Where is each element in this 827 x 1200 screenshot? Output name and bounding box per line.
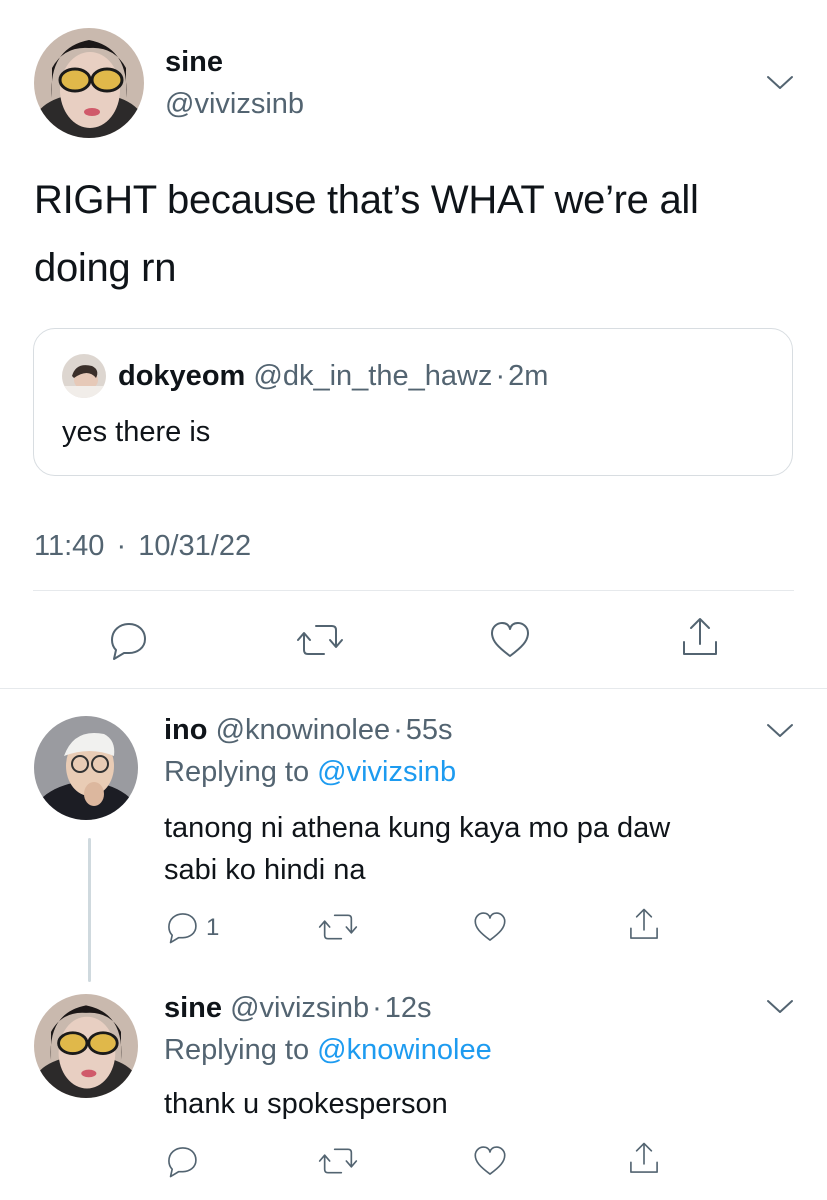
timestamp-separator: · bbox=[116, 530, 127, 562]
heart-icon[interactable] bbox=[472, 1144, 508, 1178]
reply-icon[interactable] bbox=[164, 910, 200, 944]
divider bbox=[33, 590, 794, 591]
retweet-icon[interactable] bbox=[318, 1144, 358, 1178]
reply-time[interactable]: 55s bbox=[406, 714, 453, 746]
reply-handle[interactable]: @knowinolee bbox=[216, 714, 391, 746]
chevron-down-icon[interactable] bbox=[766, 722, 794, 740]
reply-text-line-1: tanong ni athena kung kaya mo pa daw bbox=[164, 812, 671, 844]
quoted-tweet-header: dokyeom @dk_in_the_hawz · 2m bbox=[118, 360, 548, 393]
replying-to-link[interactable]: @knowinolee bbox=[317, 1034, 492, 1066]
heart-icon[interactable] bbox=[488, 620, 532, 660]
avatar-ino[interactable] bbox=[34, 716, 138, 820]
divider bbox=[0, 688, 827, 689]
replying-to-link[interactable]: @vivizsinb bbox=[317, 756, 456, 788]
heart-icon[interactable] bbox=[472, 910, 508, 944]
tweet-timestamp[interactable]: 11:40 · 10/31/22 bbox=[34, 530, 251, 563]
share-icon[interactable] bbox=[678, 616, 722, 660]
reply-icon[interactable] bbox=[164, 1144, 200, 1178]
quoted-display-name[interactable]: dokyeom bbox=[118, 360, 245, 392]
tweet-date: 10/31/22 bbox=[138, 530, 252, 562]
share-icon[interactable] bbox=[626, 1140, 662, 1178]
retweet-icon[interactable] bbox=[318, 910, 358, 944]
quoted-tweet-card[interactable] bbox=[33, 328, 793, 476]
reply-separator: · bbox=[372, 992, 382, 1024]
avatar-sine[interactable] bbox=[34, 28, 144, 138]
display-name[interactable]: sine bbox=[165, 46, 223, 79]
tweet-time: 11:40 bbox=[34, 530, 105, 562]
replying-to-prefix: Replying to bbox=[164, 1034, 310, 1066]
reply-text-line-1: thank u spokesperson bbox=[164, 1088, 448, 1120]
share-icon[interactable] bbox=[626, 906, 662, 944]
thread-line bbox=[88, 838, 91, 982]
retweet-icon[interactable] bbox=[296, 620, 344, 660]
chevron-down-icon[interactable] bbox=[766, 998, 794, 1016]
reply-separator: · bbox=[393, 714, 403, 746]
quoted-time[interactable]: 2m bbox=[508, 360, 548, 392]
replying-to: Replying to @knowinolee bbox=[164, 1034, 492, 1067]
reply-text-line-2: sabi ko hindi na bbox=[164, 854, 366, 886]
reply-time[interactable]: 12s bbox=[385, 992, 432, 1024]
reply-header: ino @knowinolee · 55s bbox=[164, 714, 453, 747]
quoted-handle[interactable]: @dk_in_the_hawz bbox=[253, 360, 492, 392]
reply-icon[interactable] bbox=[106, 620, 150, 660]
reply-handle[interactable]: @vivizsinb bbox=[230, 992, 369, 1024]
handle[interactable]: @vivizsinb bbox=[165, 88, 304, 121]
tweet-text-line-2: doing rn bbox=[34, 246, 177, 290]
reply-display-name[interactable]: sine bbox=[164, 992, 222, 1024]
reply-display-name[interactable]: ino bbox=[164, 714, 208, 746]
replying-to-prefix: Replying to bbox=[164, 756, 310, 788]
avatar-sine[interactable] bbox=[34, 994, 138, 1098]
reply-header: sine @vivizsinb · 12s bbox=[164, 992, 432, 1025]
quoted-avatar[interactable] bbox=[62, 354, 106, 398]
reply-count: 1 bbox=[206, 914, 220, 941]
chevron-down-icon[interactable] bbox=[766, 74, 794, 92]
quoted-tweet-text: yes there is bbox=[62, 416, 211, 448]
quoted-separator: · bbox=[495, 360, 506, 392]
replying-to: Replying to @vivizsinb bbox=[164, 756, 456, 789]
tweet-text-line-1: RIGHT because that’s WHAT we’re all bbox=[34, 178, 699, 222]
